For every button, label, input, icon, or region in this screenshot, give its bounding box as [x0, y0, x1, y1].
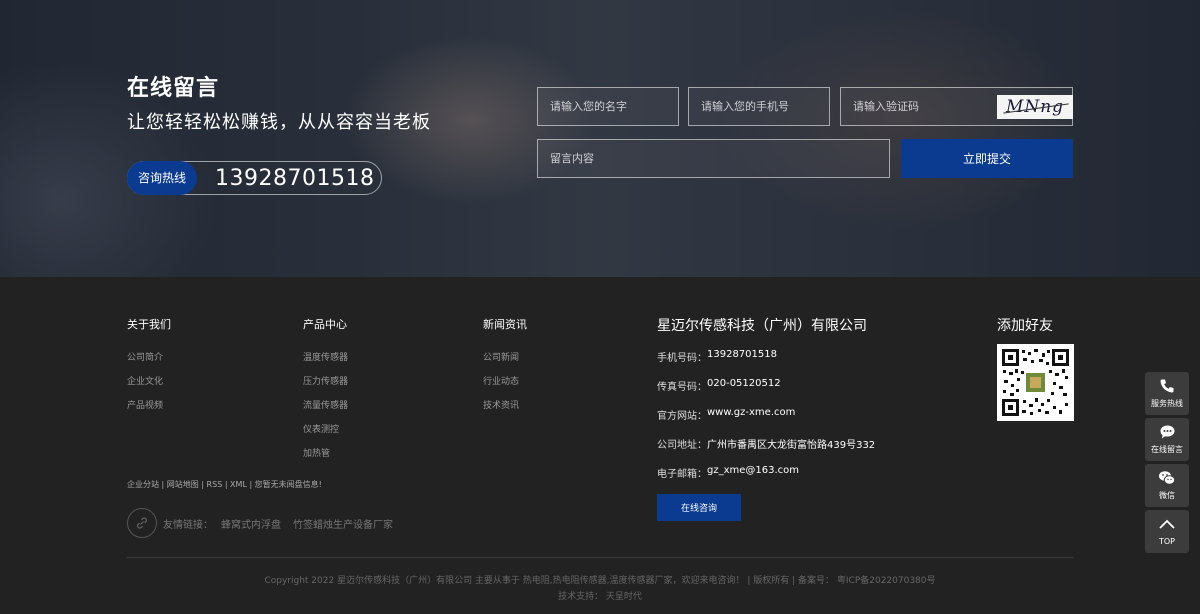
- site-footer: 关于我们 公司简介 企业文化 产品视频 产品中心 温度传感器 压力传感器 流量传…: [0, 277, 1200, 614]
- footer-link[interactable]: 企业文化: [127, 374, 171, 387]
- footer-col-products: 产品中心 温度传感器 压力传感器 流量传感器 仪表测控 加热管: [303, 316, 348, 459]
- footer-col-title: 新闻资讯: [483, 318, 527, 331]
- contact-label: 手机号码：: [657, 353, 707, 364]
- sidebar-hotline-button[interactable]: 服务热线: [1145, 372, 1189, 415]
- footer-link[interactable]: 公司简介: [127, 350, 171, 363]
- contact-label: 公司地址：: [657, 440, 707, 451]
- footer-link[interactable]: 公司新闻: [483, 350, 527, 363]
- sidebar-label: 在线留言: [1151, 445, 1183, 454]
- footer-link[interactable]: 流量传感器: [303, 398, 348, 411]
- sidebar-label: TOP: [1158, 537, 1175, 546]
- sidebar-label: 服务热线: [1151, 399, 1183, 408]
- chevron-up-icon: [1158, 517, 1176, 535]
- add-friend-title: 添加好友: [997, 318, 1053, 334]
- qr-code-icon: [1001, 348, 1070, 417]
- footer-link[interactable]: 技术资讯: [483, 398, 527, 411]
- wechat-qr-code: [997, 344, 1074, 421]
- message-section: 在线留言 让您轻轻松松赚钱，从从容容当老板 咨询热线 13928701518 M…: [0, 0, 1200, 277]
- captcha-image[interactable]: MNng: [997, 95, 1073, 119]
- misc-links[interactable]: 企业分站 | 网站地图 | RSS | XML | 您暂无未阅盘信息!: [127, 479, 322, 490]
- section-title: 在线留言: [127, 76, 220, 101]
- submit-button[interactable]: 立即提交: [901, 139, 1073, 178]
- footer-link[interactable]: 加热管: [303, 446, 348, 459]
- contact-label: 电子邮箱：: [657, 469, 707, 480]
- contact-address: 公司地址： 广州市番禺区大龙街富怡路439号332: [657, 436, 875, 451]
- message-input[interactable]: [537, 139, 890, 178]
- name-input[interactable]: [537, 87, 679, 126]
- footer-col-about: 关于我们 公司简介 企业文化 产品视频: [127, 316, 171, 411]
- section-subtitle: 让您轻轻松松赚钱，从从容容当老板: [127, 112, 431, 133]
- footer-link[interactable]: 压力传感器: [303, 374, 348, 387]
- footer-link[interactable]: 温度传感器: [303, 350, 348, 363]
- footer-link[interactable]: 产品视频: [127, 398, 171, 411]
- footer-link[interactable]: 行业动态: [483, 374, 527, 387]
- friend-link[interactable]: 蜂窝式内浮盘: [221, 516, 281, 531]
- contact-phone: 手机号码： 13928701518: [657, 349, 875, 364]
- phone-input[interactable]: [688, 87, 830, 126]
- contact-website: 官方网站： www.gz-xme.com: [657, 407, 875, 422]
- contact-value[interactable]: www.gz-xme.com: [707, 407, 795, 422]
- contact-label: 传真号码：: [657, 382, 707, 393]
- chain-link-icon: [137, 517, 147, 529]
- copyright-text: Copyright 2022 星迈尔传感科技（广州）有限公司 主要从事于 热电阻…: [264, 576, 936, 586]
- friend-links-label: 友情链接：: [163, 519, 213, 531]
- tech-support-text: 技术支持： 天呈时代: [558, 592, 642, 602]
- phone-icon: [1159, 378, 1175, 396]
- footer-link[interactable]: 仪表测控: [303, 422, 348, 435]
- friend-links: 友情链接： 蜂窝式内浮盘 竹签蜡烛生产设备厂家: [127, 508, 393, 538]
- contact-value: 广州市番禺区大龙街富怡路439号332: [707, 440, 876, 451]
- contact-fax: 传真号码： 020-05120512: [657, 378, 875, 393]
- contact-label: 官方网站：: [657, 411, 707, 422]
- hotline-label: 咨询热线: [127, 160, 197, 195]
- back-to-top-button[interactable]: TOP: [1145, 510, 1189, 553]
- company-info: 星迈尔传感科技（广州）有限公司 手机号码： 13928701518 传真号码： …: [657, 315, 875, 521]
- footer-divider: [127, 557, 1073, 558]
- link-icon: [127, 508, 157, 538]
- footer-col-title: 关于我们: [127, 318, 171, 331]
- chat-bubble-icon: [1159, 424, 1176, 442]
- footer-col-title: 产品中心: [303, 318, 347, 331]
- company-name: 星迈尔传感科技（广州）有限公司: [657, 318, 867, 334]
- friend-link[interactable]: 竹签蜡烛生产设备厂家: [293, 516, 393, 531]
- sidebar-message-button[interactable]: 在线留言: [1145, 418, 1189, 461]
- contact-value: 020-05120512: [707, 378, 781, 389]
- contact-value: 13928701518: [707, 349, 777, 360]
- footer-col-news: 新闻资讯 公司新闻 行业动态 技术资讯: [483, 316, 527, 411]
- sidebar-label: 微信: [1159, 491, 1175, 500]
- online-consult-button[interactable]: 在线咨询: [657, 494, 741, 521]
- sidebar-wechat-button[interactable]: 微信: [1145, 464, 1189, 507]
- wechat-icon: [1158, 470, 1176, 488]
- contact-value[interactable]: gz_xme@163.com: [707, 465, 799, 480]
- contact-email: 电子邮箱： gz_xme@163.com: [657, 465, 875, 480]
- hotline-pill: 咨询热线 13928701518: [127, 160, 382, 195]
- hotline-number: 13928701518: [215, 165, 375, 191]
